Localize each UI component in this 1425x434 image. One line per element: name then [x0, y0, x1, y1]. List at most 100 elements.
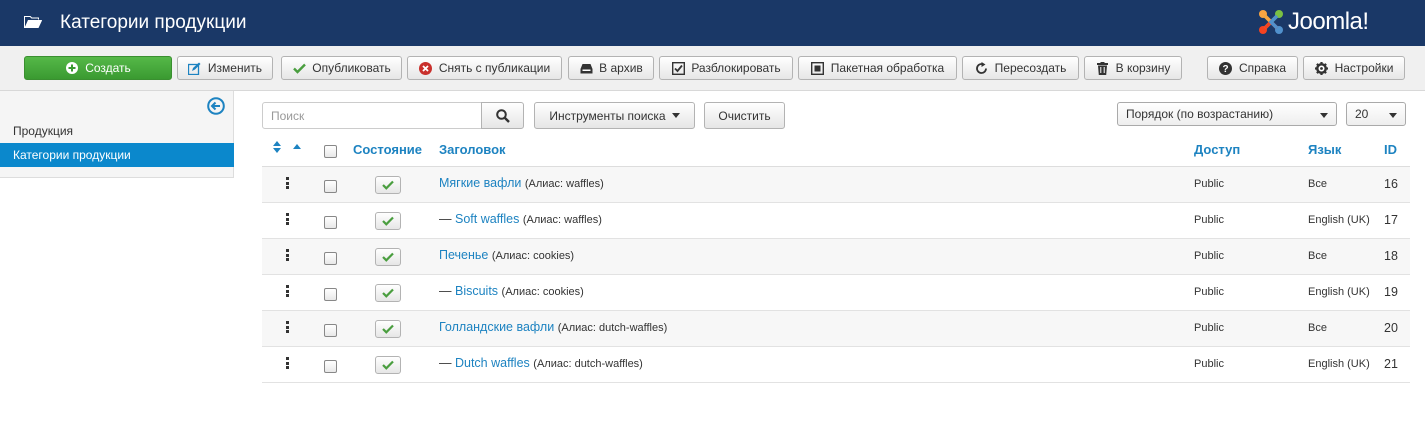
- publish-button[interactable]: Опубликовать: [281, 56, 402, 80]
- id-cell: 19: [1384, 285, 1398, 299]
- sidebar: Продукция Категории продукции: [0, 91, 234, 178]
- category-alias: (Алиас: waffles): [522, 214, 602, 226]
- id-cell: 21: [1384, 357, 1398, 371]
- level-dash: —: [439, 212, 455, 226]
- trash-icon: [1096, 61, 1110, 75]
- sidebar-item-product-categories[interactable]: Категории продукции: [0, 143, 234, 167]
- table-header: Состояние Заголовок Доступ Язык ID: [262, 137, 1410, 167]
- limit-select[interactable]: 20: [1346, 102, 1406, 126]
- drag-handle-icon[interactable]: [286, 321, 289, 333]
- batch-label: Пакетная обработка: [830, 61, 945, 75]
- edit-button[interactable]: Изменить: [177, 56, 273, 80]
- drag-handle-icon[interactable]: [286, 285, 289, 297]
- access-cell: Public: [1194, 322, 1224, 334]
- published-toggle-button[interactable]: [375, 356, 401, 374]
- trash-button[interactable]: В корзину: [1084, 56, 1182, 80]
- options-button[interactable]: Настройки: [1303, 56, 1405, 80]
- category-title-link[interactable]: Biscuits: [455, 284, 498, 298]
- batch-button[interactable]: Пакетная обработка: [798, 56, 957, 80]
- caret-down-icon: [671, 113, 680, 118]
- category-alias: (Алиас: cookies): [491, 250, 575, 262]
- column-title[interactable]: Заголовок: [439, 142, 506, 157]
- category-title-link[interactable]: Dutch waffles: [455, 356, 530, 370]
- chevron-down-icon: [1389, 113, 1397, 118]
- clear-label: Очистить: [718, 108, 771, 123]
- batch-icon: [811, 61, 825, 75]
- row-checkbox[interactable]: [324, 324, 337, 337]
- sort-ascending-icon[interactable]: [293, 144, 301, 149]
- row-checkbox[interactable]: [324, 252, 337, 265]
- ordering-value: Порядок (по возрастанию): [1126, 107, 1274, 121]
- select-all-checkbox[interactable]: [324, 145, 337, 158]
- drag-handle-icon[interactable]: [286, 213, 289, 225]
- search-button[interactable]: [481, 102, 524, 129]
- ordering-select[interactable]: Порядок (по возрастанию): [1117, 102, 1337, 126]
- language-cell: Все: [1308, 250, 1327, 262]
- table-row: — Dutch waffles (Алиас: dutch-waffles) Pu…: [262, 347, 1410, 383]
- row-checkbox[interactable]: [324, 216, 337, 229]
- limit-value: 20: [1355, 107, 1369, 121]
- drag-handle-icon[interactable]: [286, 249, 289, 261]
- create-label: Создать: [85, 61, 131, 75]
- title-cell: Голландские вафли (Алиас: dutch-waffles): [439, 320, 667, 334]
- category-title-link[interactable]: Голландские вафли: [439, 320, 554, 334]
- row-checkbox[interactable]: [324, 288, 337, 301]
- chevron-down-icon: [1320, 113, 1328, 118]
- column-id[interactable]: ID: [1384, 142, 1397, 157]
- category-title-link[interactable]: Мягкие вафли: [439, 176, 521, 190]
- drag-handle-icon[interactable]: [286, 177, 289, 189]
- check-icon: [382, 360, 394, 370]
- published-toggle-button[interactable]: [375, 320, 401, 338]
- search-tools-button[interactable]: Инструменты поиска: [534, 102, 695, 129]
- check-icon: [382, 288, 394, 298]
- row-checkbox[interactable]: [324, 180, 337, 193]
- category-title-link[interactable]: Soft waffles: [455, 212, 519, 226]
- table-row: — Soft waffles (Алиас: waffles) Public Eng…: [262, 203, 1410, 239]
- unpublish-icon: [419, 61, 433, 75]
- unlock-label: Разблокировать: [691, 61, 781, 75]
- column-language[interactable]: Язык: [1308, 142, 1341, 157]
- check-icon: [382, 324, 394, 334]
- access-cell: Public: [1194, 214, 1224, 226]
- sort-ordering-icon[interactable]: [273, 141, 281, 153]
- edit-label: Изменить: [207, 61, 263, 75]
- collapse-sidebar-icon[interactable]: [207, 97, 225, 115]
- help-label: Справка: [1238, 61, 1287, 75]
- language-cell: Все: [1308, 178, 1327, 190]
- published-toggle-button[interactable]: [375, 212, 401, 230]
- category-alias: (Алиас: waffles): [524, 178, 604, 190]
- archive-button[interactable]: В архив: [568, 56, 654, 80]
- rebuild-label: Пересоздать: [994, 61, 1067, 75]
- unlock-button[interactable]: Разблокировать: [659, 56, 793, 80]
- search-tools-label: Инструменты поиска: [549, 108, 666, 123]
- help-button[interactable]: ? Справка: [1207, 56, 1298, 80]
- table-row: Печенье (Алиас: cookies) Public Все 18: [262, 239, 1410, 275]
- row-checkbox[interactable]: [324, 360, 337, 373]
- create-button[interactable]: Создать: [24, 56, 172, 80]
- joomla-logo[interactable]: Joomla!: [1256, 6, 1406, 38]
- title-cell: — Soft waffles (Алиас: waffles): [439, 212, 602, 226]
- published-toggle-button[interactable]: [375, 284, 401, 302]
- column-access[interactable]: Доступ: [1194, 142, 1240, 157]
- clear-button[interactable]: Очистить: [704, 102, 785, 129]
- access-cell: Public: [1194, 286, 1224, 298]
- id-cell: 16: [1384, 177, 1398, 191]
- options-label: Настройки: [1334, 61, 1394, 75]
- logo-text: Joomla!: [1288, 8, 1369, 35]
- rebuild-button[interactable]: Пересоздать: [962, 56, 1079, 80]
- sidebar-item-products[interactable]: Продукция: [0, 119, 234, 143]
- category-title-link[interactable]: Печенье: [439, 248, 488, 262]
- id-cell: 18: [1384, 249, 1398, 263]
- search-input[interactable]: [262, 102, 482, 129]
- gear-icon: [1315, 61, 1329, 75]
- title-cell: Печенье (Алиас: cookies): [439, 248, 574, 262]
- check-icon: [382, 216, 394, 226]
- column-status[interactable]: Состояние: [353, 142, 422, 157]
- published-toggle-button[interactable]: [375, 176, 401, 194]
- unpublish-button[interactable]: Снять с публикации: [407, 56, 562, 80]
- check-icon: [382, 252, 394, 262]
- published-toggle-button[interactable]: [375, 248, 401, 266]
- language-cell: English (UK): [1308, 214, 1370, 226]
- drag-handle-icon[interactable]: [286, 357, 289, 369]
- check-icon: [382, 180, 394, 190]
